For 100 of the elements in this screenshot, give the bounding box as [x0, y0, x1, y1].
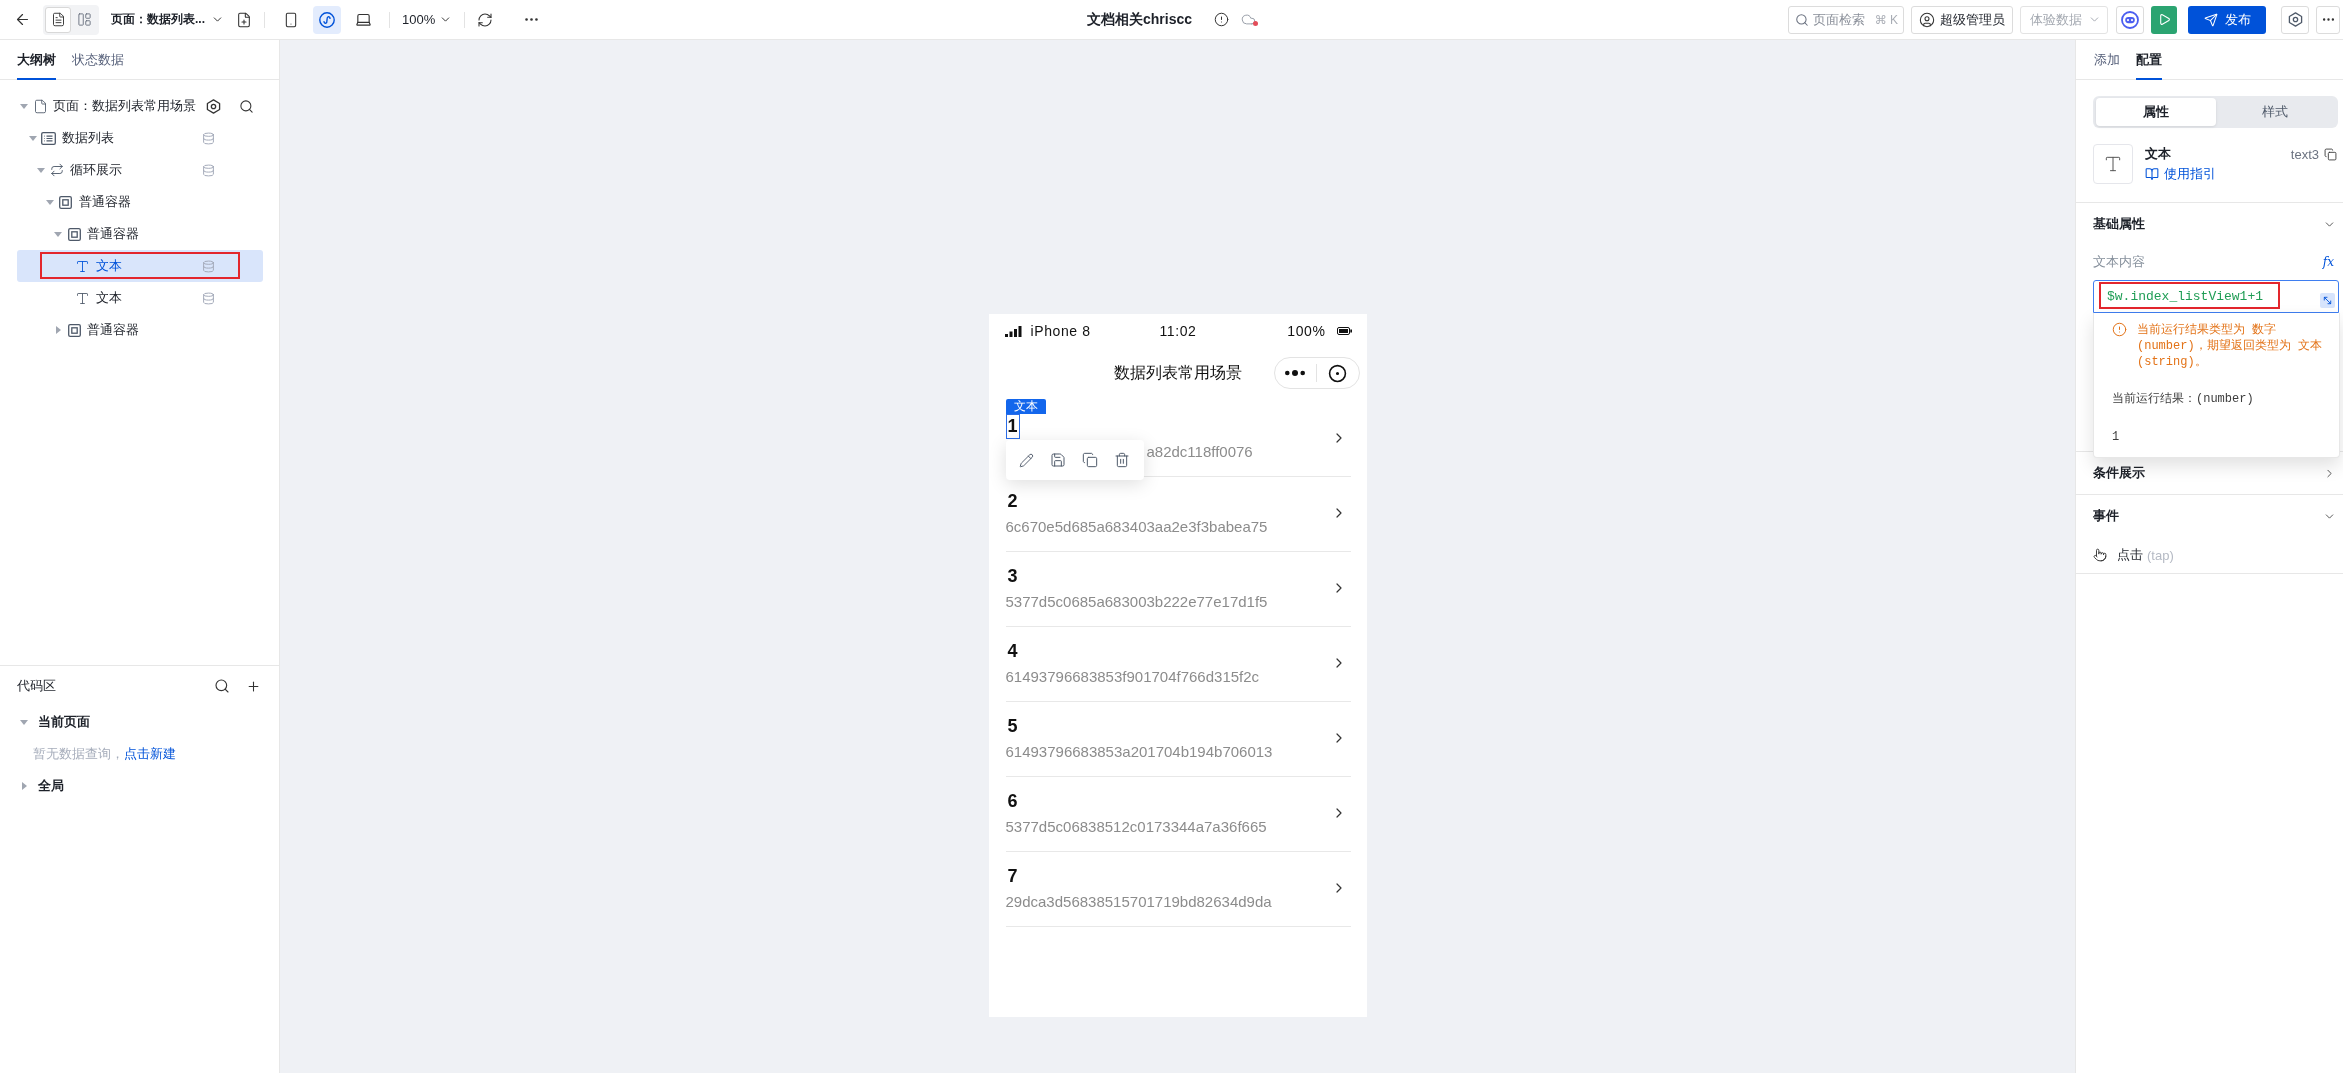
trash-icon[interactable] — [1113, 452, 1130, 468]
panel-tab[interactable]: 大纲树 — [17, 40, 56, 80]
play-icon — [2157, 13, 2171, 26]
swirl-circle-icon — [319, 11, 335, 28]
send-icon — [2203, 12, 2218, 27]
component-id: text3 — [2290, 146, 2319, 162]
tree-item[interactable]: 普通容器 — [17, 186, 263, 218]
tree-item[interactable]: 普通容器 — [17, 218, 263, 250]
user-role-button[interactable]: 超级管理员 — [1911, 5, 2013, 34]
copy-icon[interactable] — [1081, 452, 1098, 468]
status-dot-icon — [1253, 21, 1258, 26]
section-header[interactable]: 条件展示 — [2076, 452, 2343, 494]
phone-icon — [283, 11, 299, 28]
more-button[interactable] — [2316, 5, 2340, 34]
pencil-icon[interactable] — [1018, 452, 1034, 468]
document-icon — [50, 12, 66, 27]
device-button[interactable] — [313, 5, 341, 34]
create-link[interactable]: 点击新建 — [124, 746, 176, 761]
item-id: 6c670e5d685a683403aa2e3f3babea75 — [1005, 517, 1268, 537]
panel-tab[interactable]: 状态数据 — [72, 40, 124, 80]
info-icon[interactable] — [1214, 12, 1229, 27]
search-icon[interactable] — [214, 678, 230, 694]
publish-button[interactable]: 发布 — [2188, 5, 2266, 34]
settings-icon — [2287, 12, 2303, 27]
item-number[interactable]: 1 — [1005, 414, 1020, 439]
item-number[interactable]: 5 — [1005, 714, 1020, 739]
field-label: 文本内容 — [2093, 253, 2145, 271]
mode-tab[interactable]: 样式 — [2215, 98, 2335, 126]
file-plus-icon[interactable] — [236, 11, 252, 28]
item-id: 29dca3d56838515701719bd82634d9da — [1005, 892, 1272, 912]
page-selector[interactable]: 页面：数据列表... — [111, 11, 224, 28]
type-warning: 当前运行结果类型为 数字(number)，期望返回类型为 文本(string)。 — [2137, 322, 2323, 370]
battery-icon — [1336, 327, 1352, 335]
tree-item[interactable]: 文本 — [17, 282, 263, 314]
panel-tab[interactable]: 配置 — [2136, 40, 2162, 80]
settings-button[interactable] — [2281, 5, 2309, 34]
result-value: 1 — [2112, 429, 2120, 445]
empty-hint: 暂无数据查询，点击新建 — [32, 745, 177, 763]
page-title: 数据列表常用场景 — [1113, 362, 1242, 383]
code-group[interactable]: 当前页面 — [0, 706, 279, 738]
battery-level: 100% — [1287, 323, 1326, 339]
event-name[interactable]: 点击 — [2117, 546, 2143, 564]
item-id: a82dc118ff0076 — [1146, 442, 1253, 462]
selection-tag: 文本 — [1005, 399, 1046, 414]
item-number[interactable]: 7 — [1005, 864, 1020, 889]
tree-item[interactable]: 文本 — [17, 250, 263, 282]
mode-tab[interactable]: 属性 — [2096, 98, 2216, 126]
fx-button[interactable]: fx — [2322, 255, 2334, 269]
item-number[interactable]: 4 — [1005, 639, 1020, 664]
list-box-icon — [41, 131, 56, 145]
section-header[interactable]: 基础属性 — [2076, 203, 2343, 245]
file-icon — [32, 98, 48, 114]
cloud-icon[interactable] — [1241, 12, 1256, 27]
nested-square-icon — [59, 195, 72, 209]
nested-square-icon — [67, 323, 81, 337]
item-id: 5377d5c06838512c0173344a7a36f665 — [1005, 817, 1267, 837]
tree-item[interactable]: 页面：数据列表常用场景 — [17, 90, 263, 122]
code-area-title: 代码区 — [17, 677, 57, 695]
component-name: 文本 — [2145, 145, 2171, 163]
zoom-select[interactable]: 100% — [402, 12, 453, 27]
item-id: 5377d5c0685a683003b222e77e17d1f5 — [1005, 592, 1268, 612]
status-time: 11:02 — [1159, 323, 1197, 339]
loop-arrows-icon — [50, 163, 64, 177]
letter-t-icon — [75, 258, 90, 274]
hand-pointer-icon[interactable] — [2093, 548, 2107, 562]
layout-icon — [76, 12, 92, 27]
ring-dot-icon[interactable] — [1328, 363, 1348, 383]
user-circle-icon — [1919, 11, 1935, 28]
expand-icon[interactable] — [2320, 293, 2335, 308]
document-title: 文档相关chriscc — [1086, 10, 1192, 29]
view-toggle-button[interactable] — [45, 6, 71, 33]
search-icon[interactable] — [239, 98, 254, 114]
item-number[interactable]: 6 — [1005, 789, 1020, 814]
assistant-button[interactable] — [2116, 5, 2144, 34]
item-id: 61493796683853f901704f766d315f2c — [1005, 667, 1260, 687]
search-icon — [1795, 12, 1809, 27]
nested-square-icon — [67, 227, 81, 241]
expression-input[interactable]: $w.index_listView1+1 — [2093, 280, 2339, 313]
warning-icon — [2112, 322, 2127, 337]
letter-t-icon — [75, 290, 90, 306]
tree-item[interactable]: 普通容器 — [17, 314, 263, 346]
run-button[interactable] — [2151, 5, 2177, 34]
more-icon[interactable] — [1285, 370, 1306, 376]
item-id: 61493796683853a201704b194b706013 — [1005, 742, 1273, 762]
code-group[interactable]: 全局 — [0, 770, 279, 802]
item-number[interactable]: 3 — [1005, 564, 1020, 589]
section-header[interactable]: 事件 — [2076, 495, 2343, 537]
result-label: 当前运行结果：(number) — [2112, 391, 2254, 407]
save-icon[interactable] — [1049, 452, 1066, 468]
refresh-icon[interactable] — [477, 11, 494, 28]
item-number[interactable]: 2 — [1005, 489, 1020, 514]
panel-tab[interactable]: 添加 — [2094, 40, 2120, 80]
device-name: iPhone 8 — [1030, 323, 1091, 339]
copy-icon[interactable] — [2324, 147, 2337, 161]
event-hint: (tap) — [2147, 547, 2174, 563]
settings-icon[interactable] — [206, 98, 221, 114]
book-icon — [2145, 167, 2159, 181]
letter-t-icon — [2093, 144, 2133, 184]
add-icon[interactable] — [246, 678, 261, 694]
guide-link[interactable]: 使用指引 — [2145, 164, 2216, 184]
